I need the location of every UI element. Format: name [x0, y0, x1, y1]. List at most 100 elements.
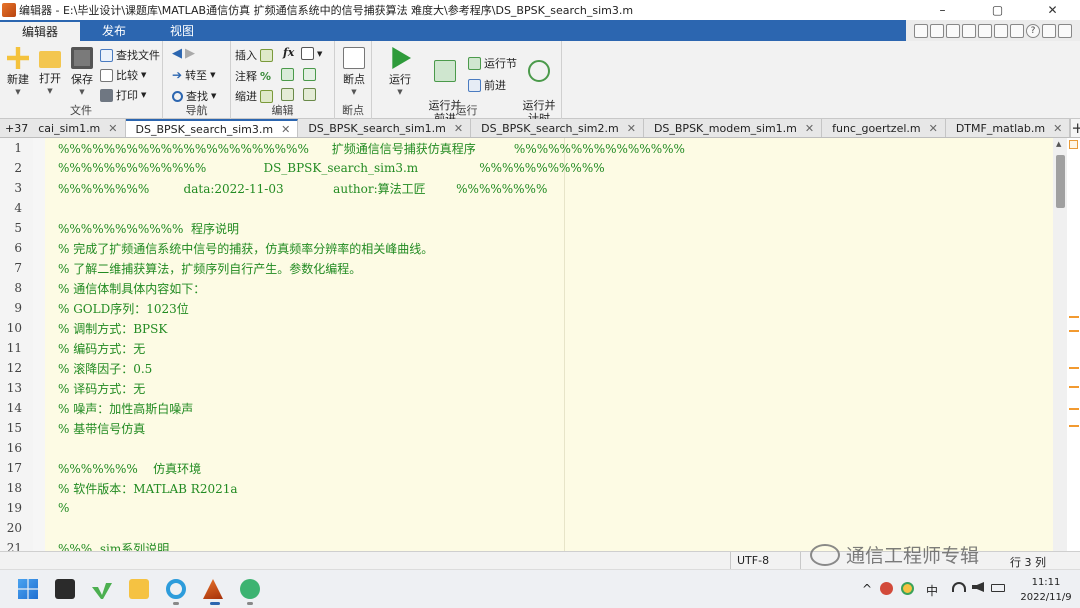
tab-view[interactable]: 视图	[148, 20, 216, 41]
code-line[interactable]: 3 %%%%%%%% data:2022-11-03 author:算法工匠 %%…	[0, 178, 1053, 198]
tab-dtmf-matlab[interactable]: DTMF_matlab.m ✕	[946, 119, 1071, 137]
code-text[interactable]: % 基带信号仿真	[58, 420, 145, 437]
forward-arrow-icon[interactable]: ▶	[185, 46, 195, 61]
run-section-button[interactable]: 运行节	[468, 55, 517, 71]
code-text[interactable]: % 噪声：加性高斯白噪声	[58, 400, 193, 417]
tab-ds-bpsk-search-sim2[interactable]: DS_BPSK_search_sim2.m ✕	[471, 119, 644, 137]
code-text[interactable]: % 滚降因子：0.5	[58, 360, 152, 377]
code-line[interactable]: 1 %%%%%%%%%%%%%%%%%%%%%% 扩频通信信号捕获仿真程序 %%%…	[0, 138, 1053, 158]
code-text[interactable]: % GOLD序列：1023位	[58, 300, 189, 317]
start-button-icon[interactable]	[18, 579, 38, 599]
code-text[interactable]: %%%%%%%%%%%%%%%%%%%%%% 扩频通信信号捕获仿真程序 %%%%…	[58, 140, 685, 157]
code-line[interactable]: 2 %%%%%%%%%%%%% DS_BPSK_search_sim3.m %%%…	[0, 158, 1053, 178]
close-tab-icon[interactable]: ✕	[108, 122, 117, 135]
breakpoints-button[interactable]: 断点 ▼	[339, 45, 369, 99]
code-text[interactable]: % 调制方式：BPSK	[58, 320, 167, 337]
insert-button[interactable]: 插入	[235, 47, 273, 63]
analyzer-status-icon[interactable]	[1069, 140, 1078, 149]
code-line[interactable]: 15 % 基带信号仿真	[0, 418, 1053, 438]
tab-publish[interactable]: 发布	[80, 20, 148, 41]
analyzer-marker[interactable]	[1069, 386, 1079, 388]
code-editor[interactable]: 1 %%%%%%%%%%%%%%%%%%%%%% 扩频通信信号捕获仿真程序 %%%…	[0, 138, 1080, 556]
code-text[interactable]: % 完成了扩频通信系统中信号的捕获，仿真频率分辨率的相关峰曲线。	[58, 240, 433, 257]
tray-overflow-chevron[interactable]: ^	[862, 582, 872, 596]
save-button[interactable]: 保存 ▼	[68, 45, 96, 99]
uncomment-button[interactable]	[281, 68, 294, 81]
code-text[interactable]: % 编码方式：无	[58, 340, 145, 357]
paste-quick-icon[interactable]	[962, 23, 976, 38]
save-quick-icon[interactable]	[914, 23, 928, 38]
scrollbar-thumb[interactable]	[1056, 155, 1065, 208]
settings-icon[interactable]	[1042, 23, 1056, 38]
code-line[interactable]: 7 % 了解二维捕获算法，扩频序列自行产生。参数化编程。	[0, 258, 1053, 278]
code-line[interactable]: 14 % 噪声：加性高斯白噪声	[0, 398, 1053, 418]
help-icon[interactable]: ?	[1026, 23, 1040, 38]
tab-overflow[interactable]: +37	[0, 119, 28, 137]
ie-browser-icon[interactable]	[166, 579, 186, 599]
code-text[interactable]: % 译码方式：无	[58, 380, 145, 397]
run-button[interactable]: 运行 ▼	[384, 45, 416, 99]
code-text[interactable]: % 了解二维捕获算法，扩频序列自行产生。参数化编程。	[58, 260, 361, 277]
wifi-icon[interactable]	[952, 582, 966, 592]
code-line[interactable]: 8 % 通信体制具体内容如下：	[0, 278, 1053, 298]
tab-ds-bpsk-search-sim3[interactable]: DS_BPSK_search_sim3.m ✕	[125, 119, 299, 137]
code-text[interactable]: %%%%%%%% data:2022-11-03 author:算法工匠 %%%…	[58, 180, 547, 197]
close-tab-icon[interactable]: ✕	[281, 123, 290, 136]
tab-ds-bpsk-modem-sim1[interactable]: DS_BPSK_modem_sim1.m ✕	[644, 119, 823, 137]
back-forward-buttons[interactable]: ◀ ▶	[172, 46, 195, 61]
tab-cai-sim1[interactable]: cai_sim1.m ✕	[28, 119, 126, 137]
wrap-comments-button[interactable]	[303, 68, 316, 81]
undo-icon[interactable]	[978, 23, 992, 38]
back-arrow-icon[interactable]: ◀	[172, 46, 182, 61]
expand-toolstrip-icon[interactable]	[1058, 23, 1072, 38]
scroll-up-arrow-icon[interactable]: ▲	[1056, 140, 1061, 148]
tray-app-icon-2[interactable]	[901, 582, 914, 595]
code-line[interactable]: 12 % 滚降因子：0.5	[0, 358, 1053, 378]
tray-app-icon[interactable]	[880, 582, 893, 595]
analyzer-marker[interactable]	[1069, 330, 1079, 332]
code-line[interactable]: 9 % GOLD序列：1023位	[0, 298, 1053, 318]
print-button[interactable]: 打印 ▼	[100, 87, 146, 103]
code-line[interactable]: 18 % 软件版本：MATLAB R2021a	[0, 478, 1053, 498]
code-line[interactable]: 5 %%%%%%%%%%% 程序说明	[0, 218, 1053, 238]
add-tab-button[interactable]: +	[1070, 119, 1080, 137]
code-text[interactable]: % 软件版本：MATLAB R2021a	[58, 480, 238, 497]
code-line[interactable]: 6 % 完成了扩频通信系统中信号的捕获，仿真频率分辨率的相关峰曲线。	[0, 238, 1053, 258]
code-line[interactable]: 20	[0, 518, 1053, 538]
find-files-button[interactable]: 查找文件	[100, 47, 160, 63]
open-button[interactable]: 打开 ▼	[36, 45, 64, 98]
code-line[interactable]: 4	[0, 198, 1053, 218]
input-method-indicator[interactable]: 中	[926, 582, 938, 599]
new-button[interactable]: 新建 ▼	[4, 45, 32, 99]
compare-button[interactable]: 比较 ▼	[100, 67, 146, 83]
analyzer-marker[interactable]	[1069, 425, 1079, 427]
volume-icon[interactable]	[972, 582, 984, 592]
goto-button[interactable]: ➔ 转至 ▼	[172, 67, 215, 83]
code-line[interactable]: 19%	[0, 498, 1053, 518]
increase-indent-button[interactable]	[281, 88, 294, 101]
matlab-taskbar-icon[interactable]	[203, 579, 223, 599]
analyzer-marker[interactable]	[1069, 316, 1079, 318]
code-text[interactable]: % 通信体制具体内容如下：	[58, 280, 205, 297]
code-line[interactable]: 16	[0, 438, 1053, 458]
app-icon-green[interactable]	[92, 583, 112, 599]
code-line[interactable]: 13 % 译码方式：无	[0, 378, 1053, 398]
task-view-icon[interactable]	[55, 579, 75, 599]
code-line[interactable]: 11 % 编码方式：无	[0, 338, 1053, 358]
close-tab-icon[interactable]: ✕	[454, 122, 463, 135]
code-line[interactable]: 10 % 调制方式：BPSK	[0, 318, 1053, 338]
file-explorer-icon[interactable]	[129, 579, 149, 599]
analyzer-marker[interactable]	[1069, 367, 1079, 369]
close-tab-icon[interactable]: ✕	[929, 122, 938, 135]
code-text[interactable]: %%%%%%% 仿真环境	[58, 460, 201, 477]
minimize-button[interactable]: –	[915, 3, 970, 17]
insert-function-button[interactable]: ▼	[301, 47, 322, 60]
copy-quick-icon[interactable]	[946, 23, 960, 38]
fx-button[interactable]: fx	[283, 46, 294, 59]
maximize-button[interactable]: ▢	[970, 3, 1025, 17]
advance-button[interactable]: 前进	[468, 77, 506, 93]
tab-func-goertzel[interactable]: func_goertzel.m ✕	[822, 119, 946, 137]
redo-icon[interactable]	[994, 23, 1008, 38]
tab-editor[interactable]: 编辑器	[0, 20, 81, 41]
code-text[interactable]: %%%%%%%%%%%%% DS_BPSK_search_sim3.m %%%%…	[58, 161, 605, 175]
